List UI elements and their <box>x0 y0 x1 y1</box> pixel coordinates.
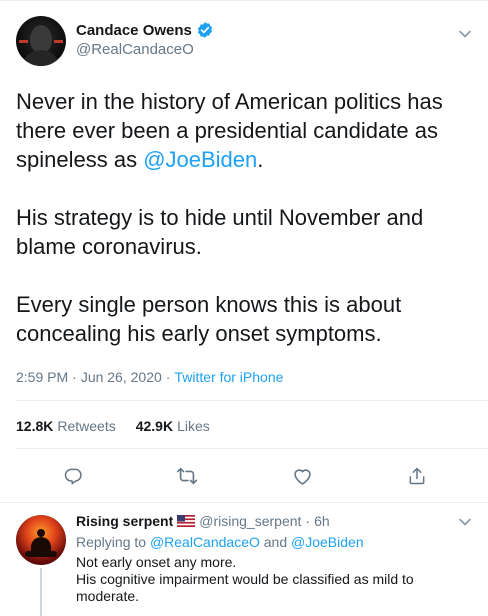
retweets-count: 12.8K <box>16 418 54 434</box>
reply-line: moderate. <box>76 588 140 604</box>
like-icon <box>293 468 311 485</box>
tweet-stats: 12.8K Retweets 42.9K Likes <box>16 418 210 434</box>
tweet-line: concealing his early onset symptoms. <box>16 321 382 346</box>
tweet-meta: 2:59 PM · Jun 26, 2020 · Twitter for iPh… <box>16 369 283 385</box>
reply-icon <box>64 468 82 485</box>
retweets-stat[interactable]: 12.8K Retweets <box>16 418 116 434</box>
mention-link[interactable]: @RealCandaceO <box>150 534 260 550</box>
likes-stat[interactable]: 42.9K Likes <box>136 418 210 434</box>
tweet-line: blame coronavirus. <box>16 234 202 259</box>
retweet-button[interactable] <box>175 464 199 488</box>
share-button[interactable] <box>405 464 429 488</box>
replying-to-label: Replying to <box>76 534 147 550</box>
tweet-text: Never in the history of American politic… <box>16 87 476 348</box>
chevron-down-icon[interactable] <box>458 515 472 529</box>
like-button[interactable] <box>290 464 314 488</box>
author-name-row[interactable]: Candace Owens <box>76 21 214 39</box>
share-icon <box>409 467 425 485</box>
tweet-source-link[interactable]: Twitter for iPhone <box>174 369 283 385</box>
author-avatar[interactable] <box>16 16 66 66</box>
tweet-date[interactable]: Jun 26, 2020 <box>81 369 162 385</box>
author-handle[interactable]: @RealCandaceO <box>76 41 194 58</box>
reply-header: Rising serpent @rising_serpent · 6h <box>76 513 330 529</box>
tweet-time[interactable]: 2:59 PM <box>16 369 68 385</box>
likes-label: Likes <box>177 418 210 434</box>
divider <box>16 400 488 401</box>
chevron-down-icon[interactable] <box>458 27 472 41</box>
separator: · <box>72 369 77 385</box>
divider <box>16 448 488 449</box>
reply-text: Not early onset any more. His cognitive … <box>76 554 476 605</box>
reply-line: His cognitive impairment would be classi… <box>76 571 414 587</box>
reply-author-name[interactable]: Rising serpent <box>76 513 173 529</box>
reply-author-avatar[interactable] <box>16 515 66 565</box>
separator: · <box>165 369 171 385</box>
tweet-line: spineless as @JoeBiden. <box>16 145 476 174</box>
thread-line <box>40 568 42 616</box>
verified-badge-icon <box>197 22 212 38</box>
mention-link[interactable]: @JoeBiden <box>143 147 257 172</box>
reply-age[interactable]: 6h <box>314 513 330 529</box>
tweet-line: His strategy is to hide until November a… <box>16 205 424 230</box>
separator: · <box>305 513 311 529</box>
author-name[interactable]: Candace Owens <box>76 22 192 39</box>
replying-and: and <box>263 534 288 550</box>
tweet-line: Never in the history of American politic… <box>16 89 443 114</box>
tweet-actions <box>0 460 488 500</box>
tweet-line: Every single person knows this is about <box>16 292 402 317</box>
reply-author-handle[interactable]: @rising_serpent <box>199 513 301 529</box>
tweet-line-suffix: . <box>257 147 264 172</box>
likes-count: 42.9K <box>135 418 174 434</box>
divider <box>0 502 488 503</box>
us-flag-icon <box>177 515 196 527</box>
retweets-label: Retweets <box>57 418 116 434</box>
mention-link[interactable]: @JoeBiden <box>291 534 364 550</box>
tweet-line: there ever been a presidential candidate… <box>16 118 438 143</box>
replying-to: Replying to @RealCandaceO and @JoeBiden <box>76 534 364 550</box>
tweet-line-prefix: spineless as <box>16 147 144 172</box>
retweet-icon <box>176 467 198 485</box>
reply-line: Not early onset any more. <box>76 554 237 570</box>
top-divider <box>0 0 488 1</box>
reply-button[interactable] <box>61 464 85 488</box>
